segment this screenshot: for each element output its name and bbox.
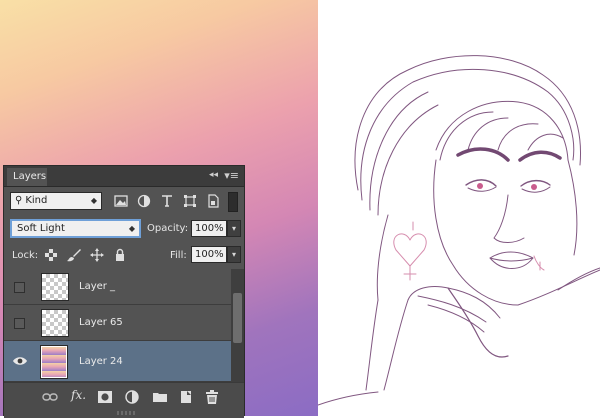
shape-filter-icon[interactable] [183,194,197,208]
opacity-dropdown-arrow-icon[interactable]: ▾ [227,220,241,237]
link-layers-icon[interactable] [42,389,58,405]
trash-icon[interactable] [204,389,220,405]
layer-row-selected[interactable]: Layer 24 [4,341,231,382]
panel-bottom-bar: fx. [4,382,244,418]
filter-row: ⚲ Kind ◆ [4,188,244,214]
adjustment-layer-icon[interactable] [124,389,140,405]
search-icon: ⚲ [15,195,23,206]
layer-name[interactable]: Layer _ [79,281,115,292]
add-mask-icon[interactable] [97,389,113,405]
double-chevron-left-icon[interactable]: ◂◂ [209,170,218,180]
lock-paint-icon[interactable] [67,248,81,262]
resize-grip[interactable] [117,411,137,415]
layer-row[interactable]: Layer _ [4,269,231,305]
lock-row: Lock: Fill: 100% ▾ [4,244,244,266]
fx-icon[interactable]: fx. [71,388,87,404]
layers-scrollbar[interactable] [231,269,244,382]
layer-thumbnail [41,309,69,337]
tab-layers[interactable]: Layers [7,168,47,186]
lock-all-icon[interactable] [113,248,127,262]
smart-object-filter-icon[interactable] [206,194,220,208]
eye-icon[interactable] [13,355,27,367]
layer-name[interactable]: Layer 24 [79,356,123,367]
fill-input[interactable]: 100% [191,246,227,263]
panel-menu-icon[interactable]: ▾≡ [224,169,239,182]
lock-label: Lock: [12,250,39,261]
new-layer-icon[interactable] [178,389,194,405]
layer-name[interactable]: Layer 65 [79,317,123,328]
new-group-icon[interactable] [152,389,168,405]
portrait-sketch [318,55,600,406]
layer-row[interactable]: Layer 65 [4,305,231,341]
opacity-input[interactable]: 100% [191,220,227,237]
select-arrows-icon: ◆ [90,196,97,205]
panel-tab-bar: Layers ◂◂ ▾≡ [4,166,244,187]
blend-row: Soft Light ◆ Opacity: 100% ▾ [4,216,244,240]
visibility-toggle[interactable] [14,318,25,329]
lock-transparent-icon[interactable] [44,248,58,262]
layers-panel: Layers ◂◂ ▾≡ ⚲ Kind ◆ Soft Light ◆ Opaci… [3,165,245,418]
fill-label: Fill: [170,250,187,261]
opacity-label: Opacity: [147,223,189,234]
select-arrows-icon: ◆ [128,224,135,233]
blend-mode-value: Soft Light [17,223,65,234]
kind-label: Kind [25,195,48,206]
filter-toggle-switch[interactable] [228,192,238,212]
adjustment-filter-icon[interactable] [137,194,151,208]
layer-thumbnail [41,273,69,301]
image-filter-icon[interactable] [114,194,128,208]
lock-position-icon[interactable] [90,248,104,262]
scrollbar-thumb[interactable] [233,293,242,343]
visibility-toggle[interactable] [14,282,25,293]
kind-filter-select[interactable]: ⚲ Kind ◆ [10,192,102,210]
layer-thumbnail [40,345,68,379]
blend-mode-select[interactable]: Soft Light ◆ [10,219,141,238]
fill-dropdown-arrow-icon[interactable]: ▾ [227,246,241,263]
layers-list: Layer _ Layer 65 Layer 24 [4,269,231,382]
type-filter-icon[interactable] [160,194,174,208]
